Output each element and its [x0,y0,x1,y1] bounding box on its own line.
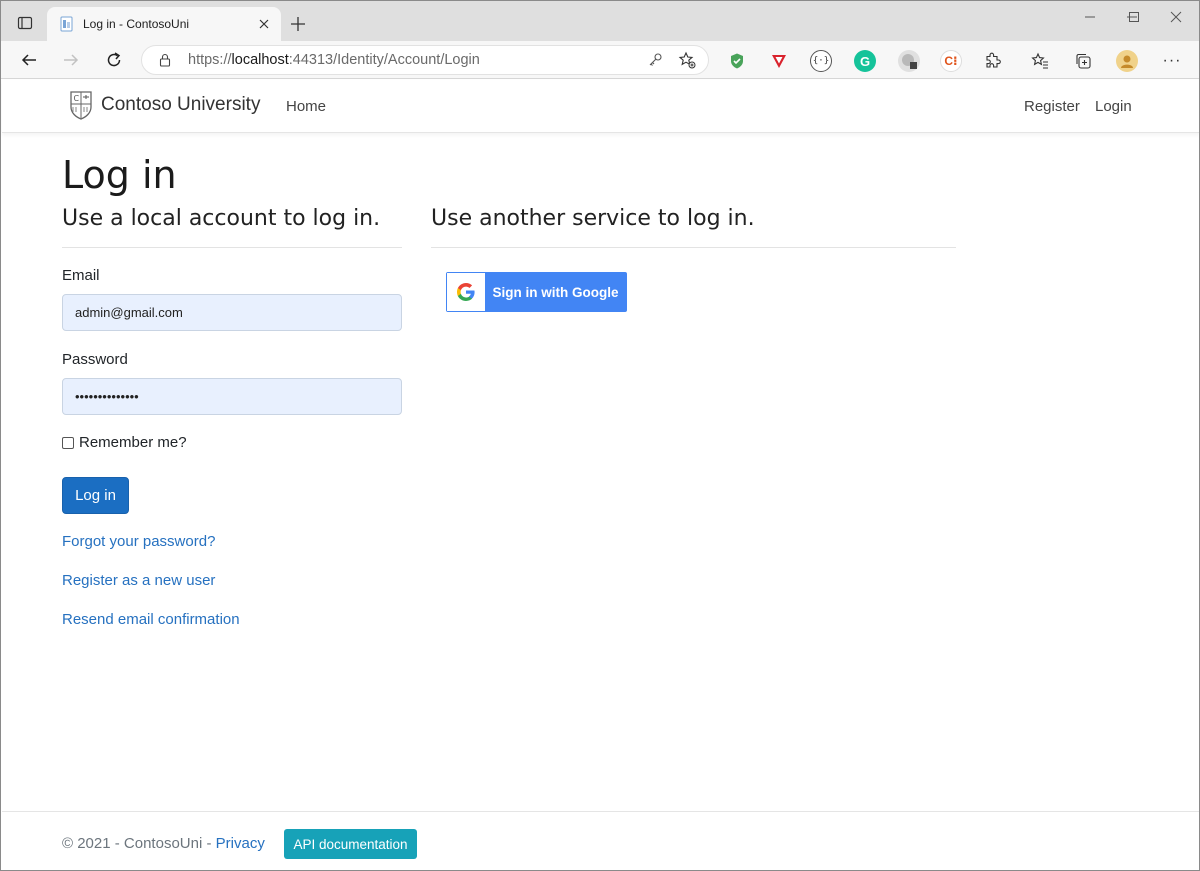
external-login-heading: Use another service to log in. [431,206,755,231]
web-extension-icon[interactable] [898,50,920,72]
site-navbar: C Contoso University Home Register Login [2,80,1199,133]
forward-icon[interactable] [56,46,86,74]
forgot-password-link[interactable]: Forgot your password? [62,533,215,550]
svg-text:C: C [74,94,80,103]
privacy-link[interactable]: Privacy [216,835,265,852]
nav-home-link[interactable]: Home [286,98,326,115]
google-signin-label: Sign in with Google [492,284,619,300]
browser-tab[interactable]: Log in - ContosoUni [47,7,281,41]
site-footer: © 2021 - ContosoUni - Privacy API docume… [2,811,1199,870]
more-menu-icon[interactable]: ··· [1161,50,1183,72]
extensions-puzzle-icon[interactable] [982,50,1004,72]
minimize-button[interactable] [1067,1,1113,33]
page-title: Log in [62,153,177,197]
register-new-user-link[interactable]: Register as a new user [62,572,215,589]
tab-close-icon[interactable] [255,15,273,33]
grammarly-icon[interactable]: G [854,50,876,72]
profile-avatar[interactable] [1116,50,1138,72]
email-label: Email [62,267,100,284]
google-logo-icon [447,273,485,311]
lock-icon[interactable] [158,53,172,67]
resend-confirmation-link[interactable]: Resend email confirmation [62,611,240,628]
back-icon[interactable] [14,46,44,74]
email-field[interactable]: admin@gmail.com [62,294,402,331]
collections-icon[interactable] [1072,50,1094,72]
shield-extension-icon[interactable] [726,50,748,72]
api-documentation-button[interactable]: API documentation [284,829,417,859]
remember-me-label[interactable]: Remember me? [79,434,187,451]
browser-window: Log in - ContosoUni https://localhost:44… [0,0,1200,871]
close-window-button[interactable] [1153,1,1199,33]
copyright-text: © 2021 - ContosoUni - Privacy [62,835,265,852]
url-text: https://localhost:44313/Identity/Account… [188,52,480,68]
address-bar[interactable]: https://localhost:44313/Identity/Account… [141,45,709,75]
divider [431,247,956,248]
brand-name: Contoso University [101,94,261,115]
tab-actions-icon[interactable] [11,11,39,35]
password-key-icon[interactable] [646,51,664,69]
tab-title: Log in - ContosoUni [83,17,190,31]
university-logo-icon: C [70,91,92,120]
json-extension-icon[interactable]: {·} [810,50,832,72]
code-extension-icon[interactable]: C⁝ [940,50,962,72]
password-label: Password [62,351,128,368]
password-field[interactable]: •••••••••••••• [62,378,402,415]
favorites-icon[interactable] [1029,50,1051,72]
vivaldi-extension-icon[interactable] [768,50,790,72]
checkbox-box[interactable] [62,436,74,449]
favorite-add-icon[interactable] [678,51,696,69]
nav-login-link[interactable]: Login [1095,98,1132,115]
page-favicon-icon [60,16,73,32]
browser-titlebar: Log in - ContosoUni [1,1,1199,41]
google-signin-button[interactable]: Sign in with Google [446,272,627,312]
new-tab-button[interactable] [287,13,309,35]
refresh-icon[interactable] [99,46,129,74]
site-brand[interactable]: C Contoso University [69,90,260,120]
login-button[interactable]: Log in [62,477,129,514]
nav-register-link[interactable]: Register [1024,98,1080,115]
divider [62,247,402,248]
local-account-heading: Use a local account to log in. [62,206,381,231]
remember-me-checkbox[interactable]: Remember me? [62,434,187,451]
maximize-button[interactable] [1111,1,1157,33]
browser-toolbar: https://localhost:44313/Identity/Account… [1,41,1199,79]
